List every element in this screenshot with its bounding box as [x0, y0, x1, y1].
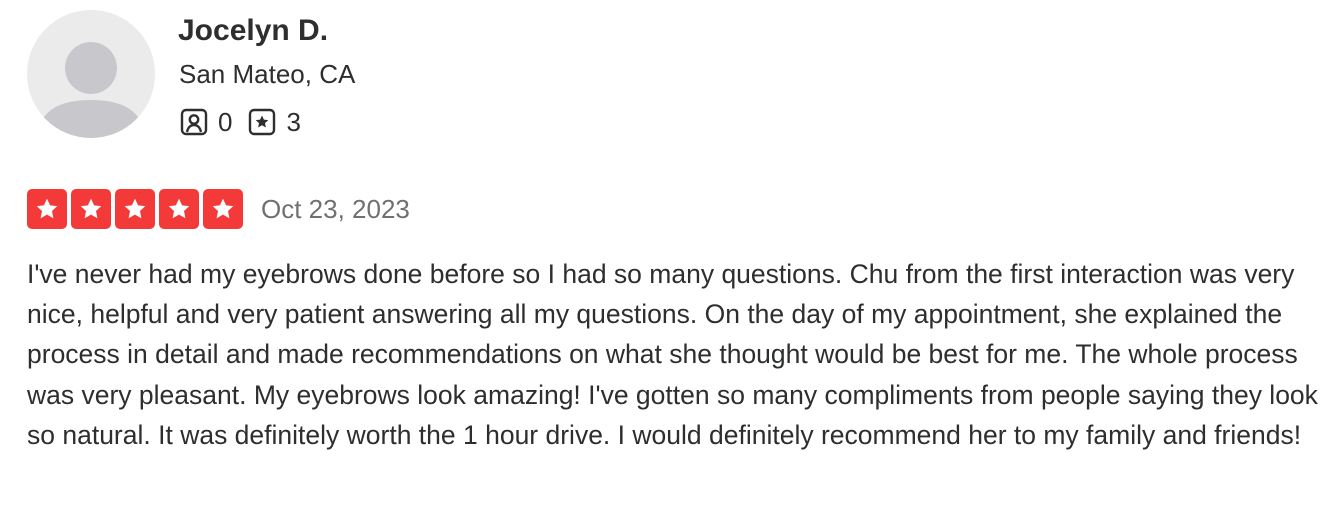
- star-icon: [71, 189, 111, 229]
- default-avatar-icon: [27, 10, 155, 138]
- star-icon: [27, 189, 67, 229]
- review-text: I've never had my eyebrows done before s…: [27, 259, 1318, 450]
- star-icon: [159, 189, 199, 229]
- reviews-count: 3: [286, 106, 301, 137]
- review-date: Oct 23, 2023: [261, 193, 410, 224]
- rating-row: Oct 23, 2023: [27, 188, 410, 230]
- friends-icon: [180, 108, 208, 136]
- reviews-stat: 3: [248, 106, 301, 138]
- friends-stat: 0: [180, 107, 232, 138]
- star-rating: [27, 189, 247, 229]
- review-card: Jocelyn D. San Mateo, CA 0 3 Oct 23, 202…: [0, 0, 1340, 505]
- user-stats: 0 3: [180, 105, 317, 139]
- friends-count: 0: [218, 106, 233, 137]
- review-star-icon: [248, 108, 276, 136]
- user-avatar[interactable]: [27, 10, 155, 138]
- star-icon: [115, 189, 155, 229]
- user-location: San Mateo, CA: [179, 59, 356, 89]
- star-icon: [203, 189, 243, 229]
- user-name[interactable]: Jocelyn D.: [178, 12, 328, 50]
